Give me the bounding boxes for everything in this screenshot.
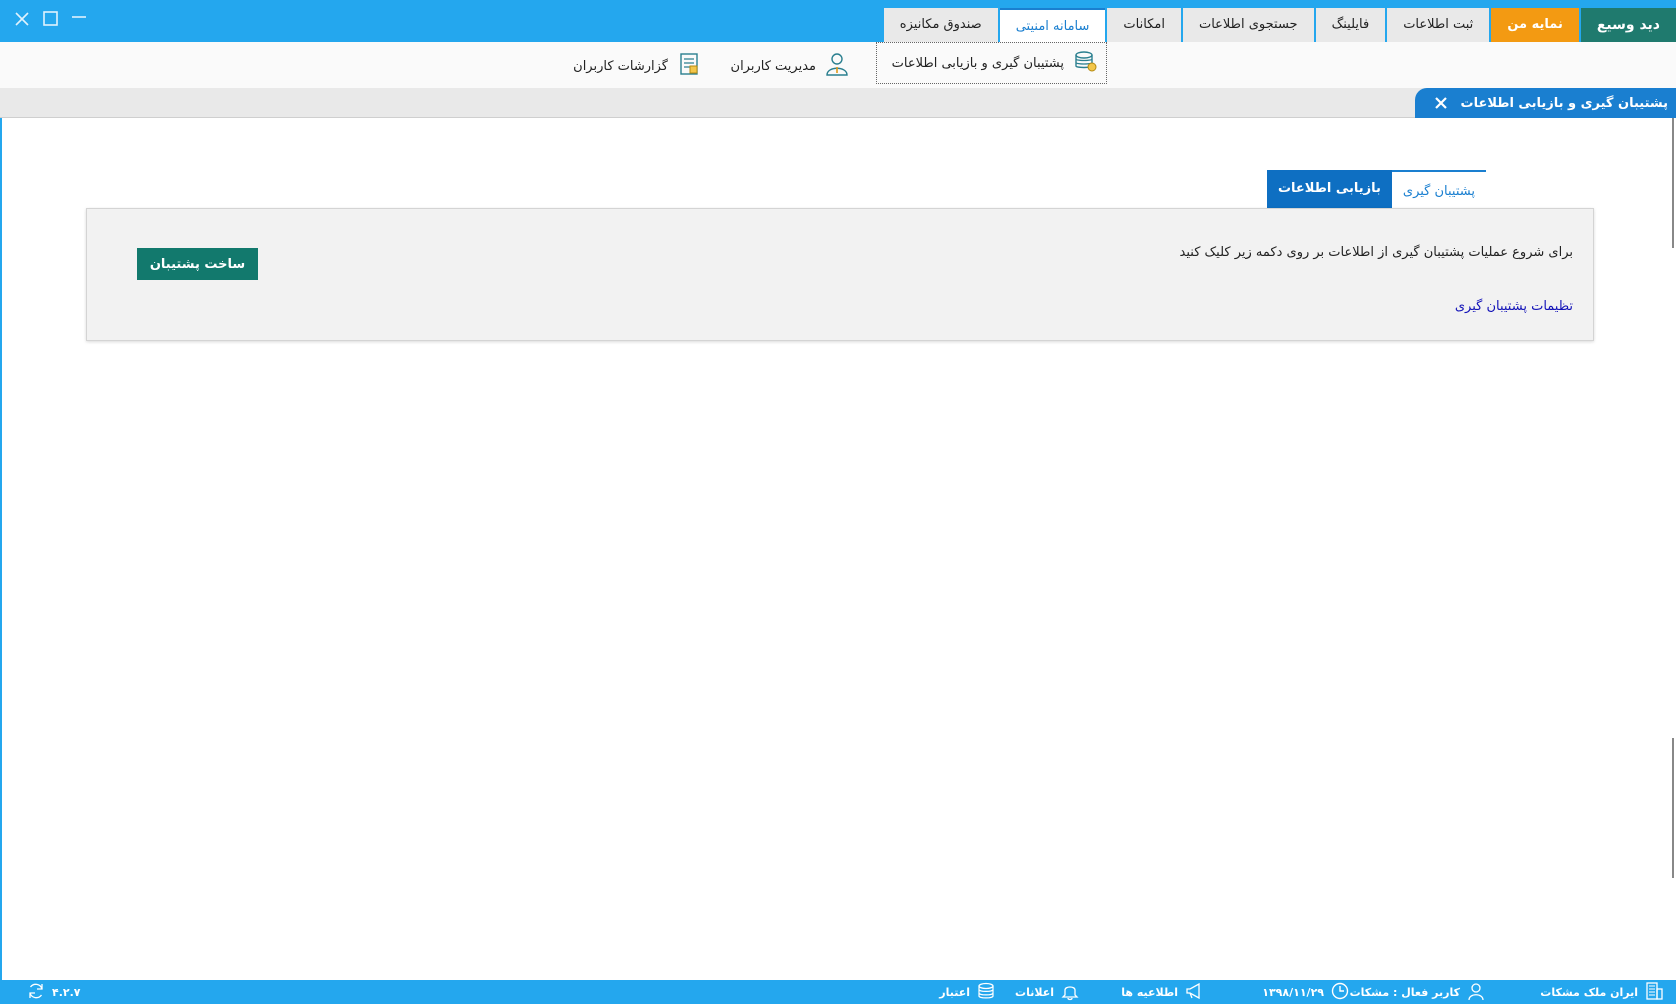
status-active-user: کاربر فعال : مشکات [1350,980,1486,1004]
document-tab-strip: پشتیبان گیری و بازیابی اطلاعات [0,88,1676,118]
announcements-label: اطلاعیه ها [1121,985,1178,999]
ribbon-user-reports[interactable]: گزارشات کاربران [565,48,710,84]
notifications-label: اعلانات [1015,985,1054,999]
coins-icon [976,981,996,1004]
credit-label: اعتبار [939,985,970,999]
tab-data-search[interactable]: جستجوی اطلاعات [1182,8,1314,42]
ribbon-reports-label: گزارشات کاربران [573,58,668,74]
report-icon [676,51,702,81]
backup-panel: برای شروع عملیات پشتیبان گیری از اطلاعات… [86,208,1594,341]
backup-instructions: برای شروع عملیات پشتیبان گیری از اطلاعات… [1179,245,1573,260]
user-icon [1466,981,1486,1004]
status-bar: ایران ملک مشکات کاربر فعال : مشکات ۱۳۹۸/… [0,980,1676,1004]
tab-my-profile[interactable]: نمایه من [1491,8,1579,42]
ribbon-user-management[interactable]: مدیریت کاربران [723,48,858,84]
ribbon-backup-label: پشتیبان گیری و بازیابی اطلاعات [891,55,1064,71]
tab-features[interactable]: امکانات [1107,8,1181,42]
status-date: ۱۳۹۸/۱۱/۲۹ [1262,980,1350,1004]
clock-icon [1330,981,1350,1004]
status-company: ایران ملک مشکات [1540,980,1664,1004]
status-version: ۴.۲.۷ [16,980,81,1004]
date-label: ۱۳۹۸/۱۱/۲۹ [1262,985,1324,999]
company-name: ایران ملک مشکات [1540,985,1638,999]
megaphone-icon [1184,981,1204,1004]
building-icon [1644,981,1664,1004]
active-user-label: کاربر فعال : مشکات [1349,985,1460,999]
tab-mechanized-box[interactable]: صندوق مکانیزه [883,8,998,42]
window-border [0,42,2,980]
scroll-rail-top [1672,118,1674,248]
tab-restore[interactable]: بازیابی اطلاعات [1266,170,1392,208]
status-announcements[interactable]: اطلاعیه ها [1121,980,1204,1004]
tab-filing[interactable]: فایلینگ [1315,8,1386,42]
maximize-icon[interactable] [39,8,61,30]
refresh-icon[interactable] [26,981,46,1004]
create-backup-button[interactable]: ساخت پشتیبان [137,248,258,280]
version-label: ۴.۲.۷ [52,985,81,999]
title-bar: دید وسیع نمایه من ثبت اطلاعات فایلینگ جس… [0,0,1676,42]
bell-icon [1060,981,1080,1004]
user-icon [824,51,850,81]
tab-security-system[interactable]: سامانه امنیتی [999,8,1106,42]
close-tab-icon[interactable] [1433,95,1449,111]
backup-settings-link[interactable]: تظیمات پشتیبان گیری [1455,299,1573,314]
status-notifications[interactable]: اعلانات [1015,980,1080,1004]
scroll-rail [1670,118,1676,978]
ribbon-toolbar: پشتیبان گیری و بازیابی اطلاعات مدیریت کا… [0,42,1676,88]
main-tabs: دید وسیع نمایه من ثبت اطلاعات فایلینگ جس… [883,8,1676,42]
status-credit[interactable]: اعتبار [939,980,996,1004]
database-icon [1072,48,1098,78]
tab-wide-view[interactable]: دید وسیع [1580,8,1676,42]
doc-tab-backup[interactable]: پشتیبان گیری و بازیابی اطلاعات [1414,88,1676,118]
minimize-icon[interactable] [68,8,90,30]
ribbon-backup-restore[interactable]: پشتیبان گیری و بازیابی اطلاعات [876,42,1107,84]
tab-backup[interactable]: پشتیبان گیری [1391,170,1486,208]
close-icon[interactable] [11,8,33,30]
inner-tabs: پشتیبان گیری بازیابی اطلاعات [1266,170,1486,208]
doc-tab-title: پشتیبان گیری و بازیابی اطلاعات [1460,95,1669,111]
tab-data-entry[interactable]: ثبت اطلاعات [1387,8,1490,42]
ribbon-users-label: مدیریت کاربران [730,58,816,74]
scroll-rail-bottom [1672,738,1674,878]
